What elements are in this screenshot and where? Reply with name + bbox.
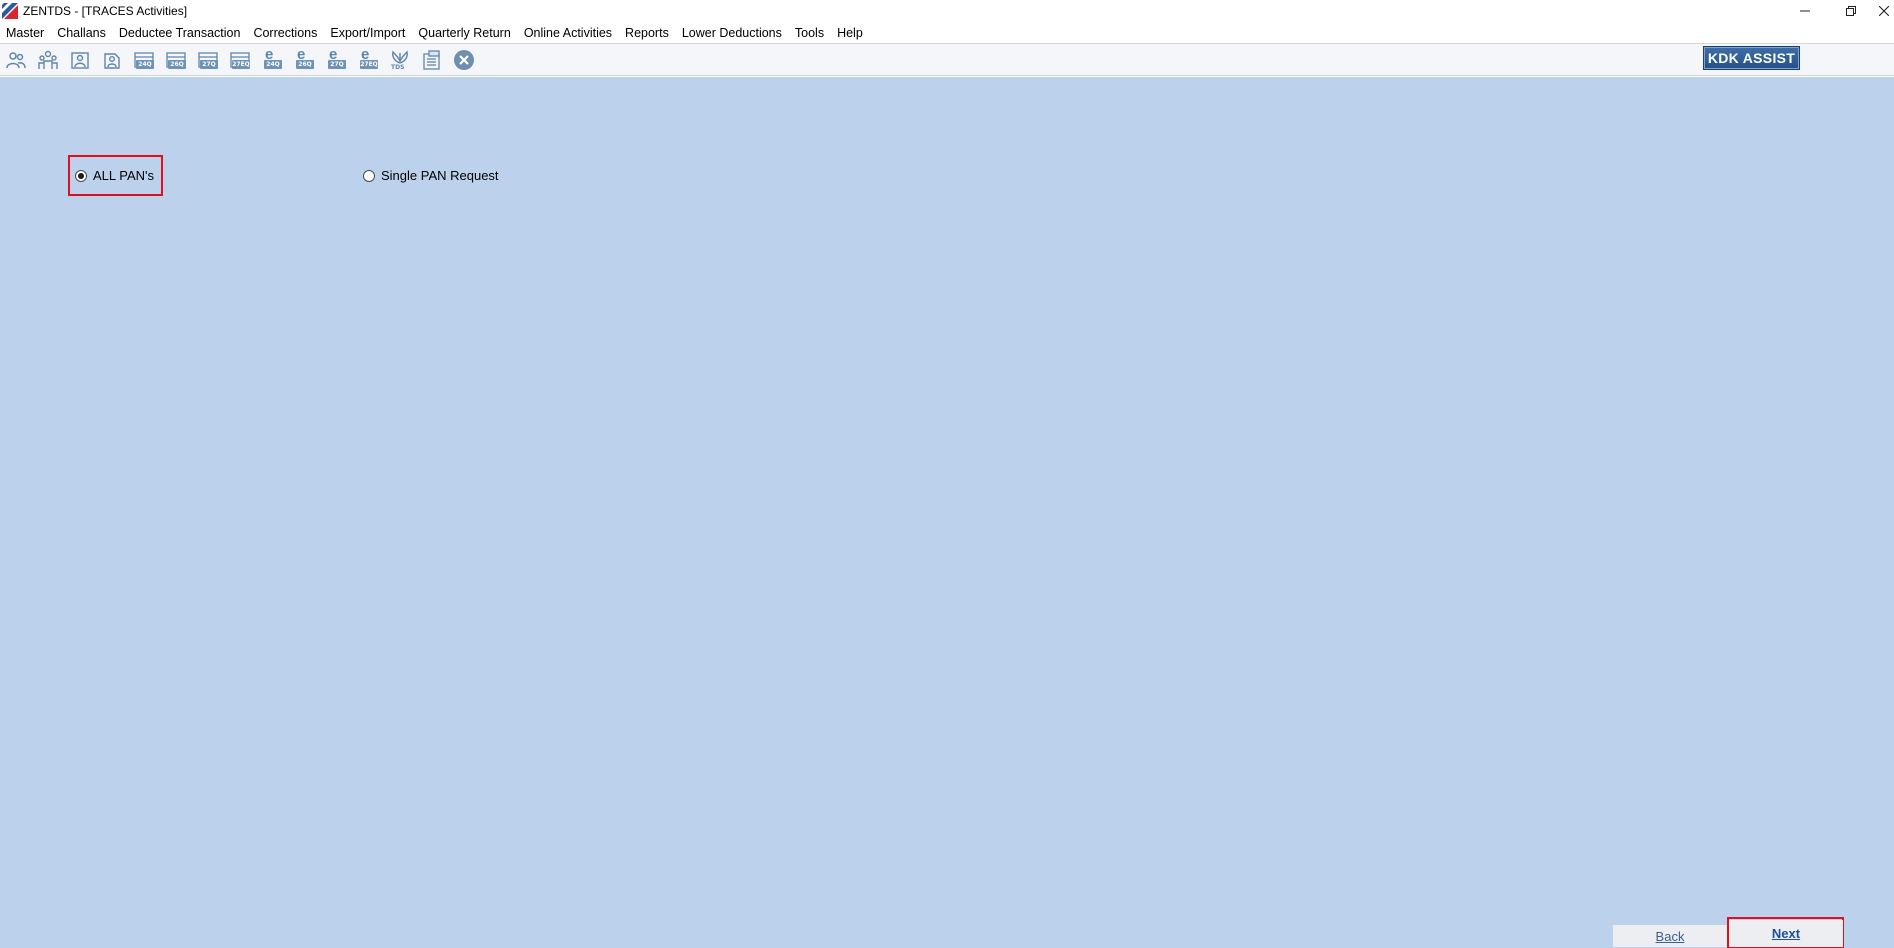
back-button[interactable]: Back (1613, 925, 1727, 947)
menu-online-activities[interactable]: Online Activities (518, 22, 619, 44)
radio-selected-dot (78, 172, 84, 179)
toolbar: 24Q 26Q 27Q 27EQ e 24Q e 26Q e 27Q e 27E… (0, 44, 1894, 76)
next-button[interactable]: Next (1729, 920, 1843, 947)
efile-27eq-icon[interactable]: e 27EQ (355, 47, 381, 73)
radio-all-pans-circle[interactable] (75, 169, 87, 182)
form-tag: 27Q (200, 59, 218, 69)
close-icon[interactable] (1874, 0, 1894, 22)
menu-deductee-transaction[interactable]: Deductee Transaction (113, 22, 248, 44)
form-tag: 26Q (296, 59, 314, 69)
close-circle-icon[interactable] (451, 47, 477, 73)
persons-icon[interactable] (3, 47, 29, 73)
restore-icon[interactable] (1828, 0, 1874, 22)
deductee-icon[interactable] (99, 47, 125, 73)
form-tag: 27EQ (232, 59, 250, 69)
form-24q-icon[interactable]: 24Q (131, 47, 157, 73)
group-icon[interactable] (35, 47, 61, 73)
form-tag: 27Q (328, 59, 346, 69)
notes-icon[interactable] (419, 47, 445, 73)
tds-icon[interactable]: TDS (387, 47, 413, 73)
next-label: Next (1771, 926, 1801, 941)
main-panel (0, 77, 1894, 948)
menu-quarterly-return[interactable]: Quarterly Return (412, 22, 517, 44)
menu-export-import[interactable]: Export/Import (324, 22, 412, 44)
form-27q-icon[interactable]: 27Q (195, 47, 221, 73)
radio-all-pans[interactable]: ALL PAN's (75, 168, 154, 183)
menu-bar: Master Challans Deductee Transaction Cor… (0, 22, 1894, 44)
efile-26q-icon[interactable]: e 26Q (291, 47, 317, 73)
efile-24q-icon[interactable]: e 24Q (259, 47, 285, 73)
radio-single-pan[interactable]: Single PAN Request (363, 168, 499, 183)
minimize-icon[interactable] (1782, 0, 1828, 22)
menu-master[interactable]: Master (0, 22, 51, 44)
deductor-icon[interactable] (67, 47, 93, 73)
menu-reports[interactable]: Reports (619, 22, 676, 44)
efile-27q-icon[interactable]: e 27Q (323, 47, 349, 73)
menu-challans[interactable]: Challans (51, 22, 113, 44)
window-title: ZENTDS - [TRACES Activities] (23, 4, 188, 18)
radio-all-pans-label: ALL PAN's (93, 168, 155, 183)
form-tag: 26Q (168, 59, 186, 69)
form-27eq-icon[interactable]: 27EQ (227, 47, 253, 73)
form-tag: 24Q (136, 59, 154, 69)
app-logo-icon (2, 3, 18, 19)
form-tag: 27EQ (360, 59, 378, 69)
title-bar: ZENTDS - [TRACES Activities] (0, 0, 1894, 22)
back-label: Back (1655, 928, 1685, 944)
kdk-assist-button[interactable]: KDK ASSIST (1703, 46, 1800, 70)
form-tag: 24Q (264, 59, 282, 69)
menu-corrections[interactable]: Corrections (247, 22, 324, 44)
window-controls (1782, 0, 1894, 22)
form-26q-icon[interactable]: 26Q (163, 47, 189, 73)
radio-single-pan-circle[interactable] (363, 169, 375, 182)
menu-tools[interactable]: Tools (789, 22, 831, 44)
radio-single-pan-label: Single PAN Request (381, 168, 499, 183)
menu-lower-deductions[interactable]: Lower Deductions (676, 22, 789, 44)
tds-label: TDS (391, 63, 405, 71)
menu-help[interactable]: Help (831, 22, 870, 44)
